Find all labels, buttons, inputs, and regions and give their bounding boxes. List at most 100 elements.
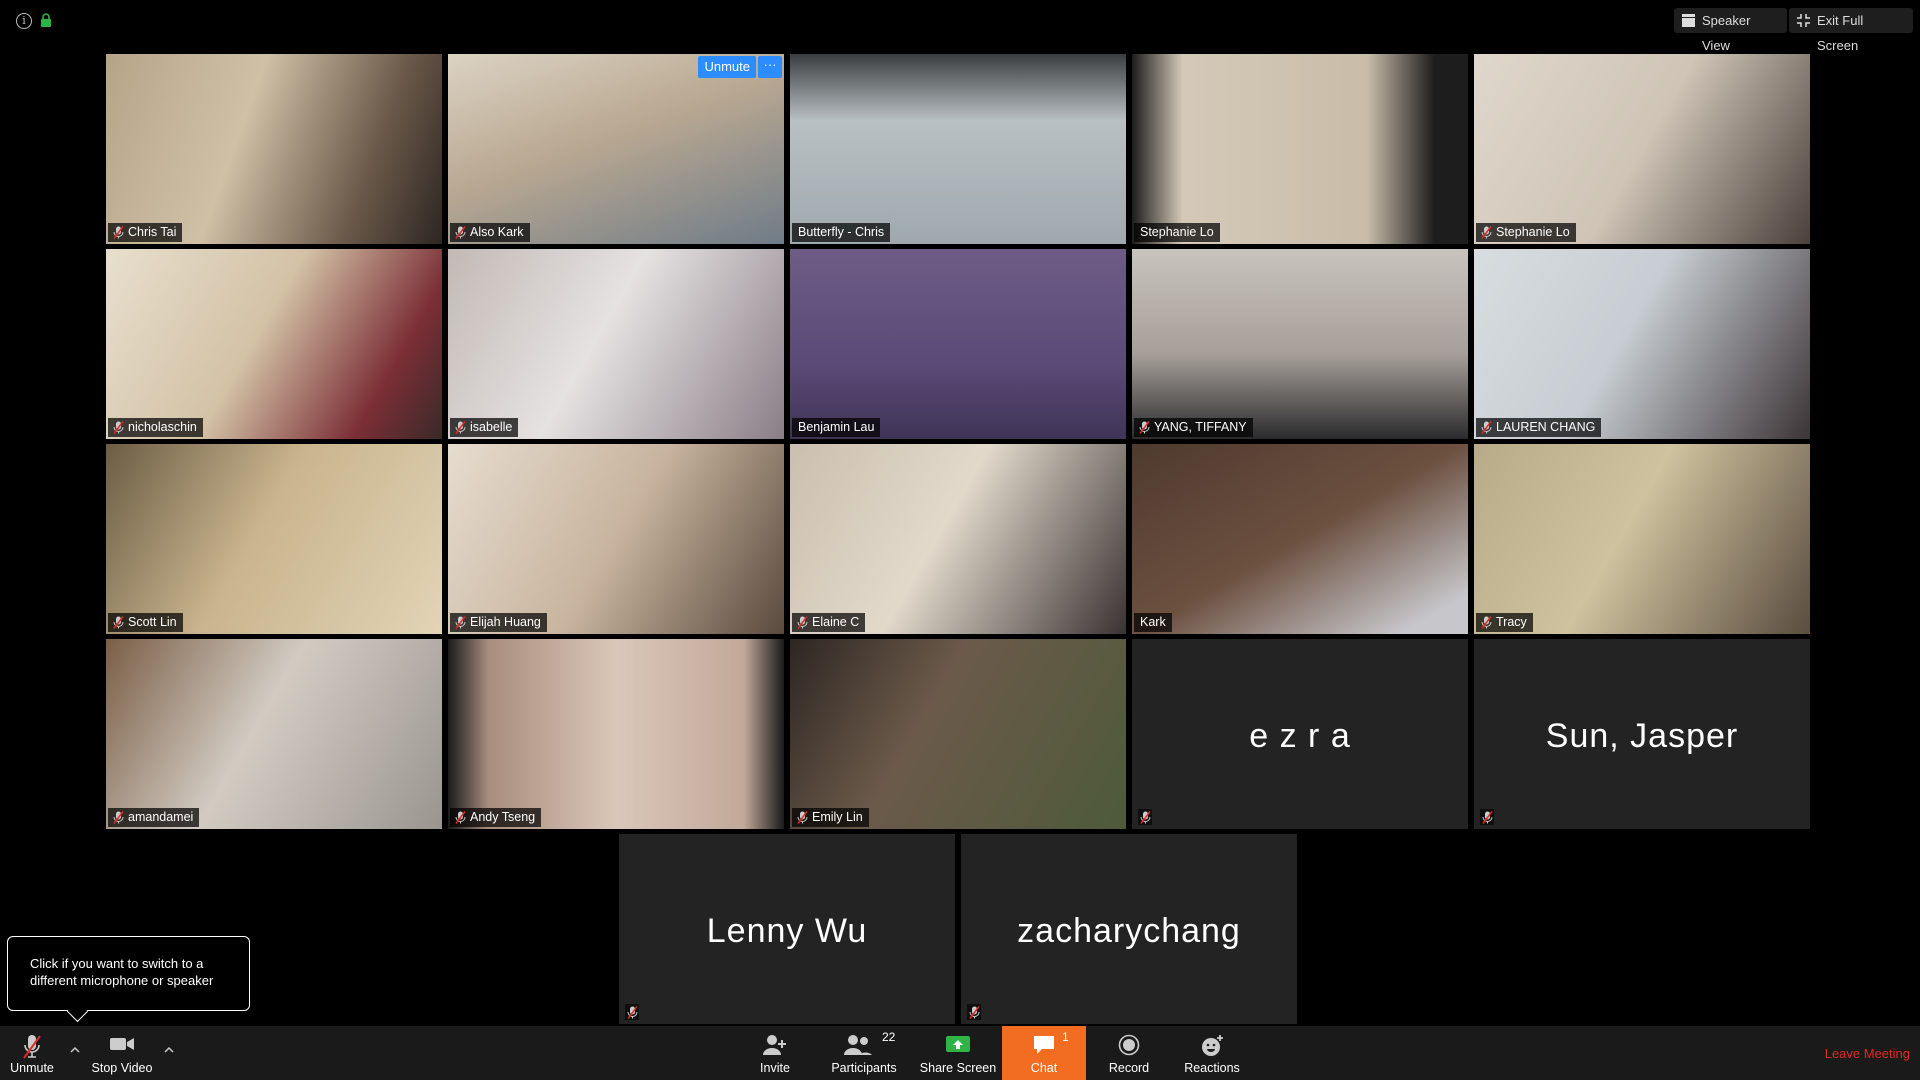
participant-name-text: Kark bbox=[1140, 615, 1166, 629]
participant-name-text: Stephanie Lo bbox=[1496, 225, 1570, 239]
participant-video bbox=[790, 639, 1126, 829]
unmute-button[interactable]: Unmute bbox=[4, 1026, 60, 1080]
participant-tile[interactable]: Stephanie Lo bbox=[1132, 54, 1468, 244]
add-person-icon bbox=[763, 1035, 786, 1055]
stop-video-button[interactable]: Stop Video bbox=[88, 1026, 156, 1080]
participant-tile[interactable]: YANG, TIFFANY bbox=[1132, 249, 1468, 439]
participant-name-label: amandamei bbox=[108, 808, 200, 827]
participant-tile[interactable]: Benjamin Lau bbox=[790, 249, 1126, 439]
participant-name-label: Emily Lin bbox=[792, 808, 869, 827]
participant-video bbox=[106, 54, 442, 244]
exit-fullscreen-button[interactable]: Exit Full Screen bbox=[1789, 8, 1913, 53]
leave-meeting-button[interactable]: Leave Meeting bbox=[1825, 1046, 1910, 1061]
participant-name-text: Chris Tai bbox=[128, 225, 177, 239]
participant-tile[interactable]: Also Kark Unmute ··· bbox=[448, 54, 784, 244]
participant-video bbox=[790, 54, 1126, 244]
stop-video-label: Stop Video bbox=[91, 1061, 153, 1075]
participants-button[interactable]: 22 Participants bbox=[828, 1026, 900, 1080]
chat-label: Chat bbox=[1030, 1061, 1058, 1075]
participant-name-label: Stephanie Lo bbox=[1476, 223, 1576, 242]
tile-more-options-button[interactable]: ··· bbox=[758, 56, 782, 78]
participant-video bbox=[1474, 54, 1810, 244]
participant-tile[interactable]: Chris Tai bbox=[106, 54, 442, 244]
participant-name-label: Benjamin Lau bbox=[792, 418, 881, 437]
participant-name-label: Chris Tai bbox=[108, 223, 183, 242]
reactions-label: Reactions bbox=[1184, 1061, 1240, 1075]
participant-name-text: Scott Lin bbox=[128, 615, 177, 629]
participant-display-name: Sun, Jasper bbox=[1545, 717, 1739, 755]
muted-microphone-icon bbox=[23, 1035, 41, 1059]
participant-tile[interactable]: amandamei bbox=[106, 639, 442, 829]
participant-video bbox=[448, 444, 784, 634]
invite-button[interactable]: Invite bbox=[754, 1026, 796, 1080]
participant-video bbox=[448, 639, 784, 829]
participant-display-name: e z r a bbox=[1249, 717, 1351, 755]
participant-name-label: Stephanie Lo bbox=[1134, 223, 1220, 242]
participant-name-text: Benjamin Lau bbox=[798, 420, 875, 434]
video-options-chevron-up-icon[interactable] bbox=[162, 1044, 176, 1056]
participant-tile[interactable]: Stephanie Lo bbox=[1474, 54, 1810, 244]
participant-tile[interactable]: isabelle bbox=[448, 249, 784, 439]
participant-name-label: Also Kark bbox=[450, 223, 530, 242]
participant-tile[interactable]: Scott Lin bbox=[106, 444, 442, 634]
share-screen-button[interactable]: Share Screen bbox=[916, 1026, 1000, 1080]
info-icon[interactable]: i bbox=[16, 13, 32, 29]
audio-options-chevron-up-icon[interactable] bbox=[68, 1044, 82, 1056]
participant-name-text: Elaine C bbox=[812, 615, 860, 629]
record-icon bbox=[1118, 1034, 1140, 1056]
participant-tile[interactable]: Lenny Wu bbox=[619, 834, 955, 1024]
participant-name-label: Tracy bbox=[1476, 613, 1533, 632]
participant-name-label: Butterfly - Chris bbox=[792, 223, 891, 242]
meeting-toolbar: Unmute Stop Video Invite 22 Participants bbox=[0, 1026, 1920, 1080]
participant-tile[interactable]: Butterfly - Chris bbox=[790, 54, 1126, 244]
participant-name-label: isabelle bbox=[450, 418, 519, 437]
participant-tile[interactable]: Emily Lin bbox=[790, 639, 1126, 829]
speaker-view-label: Speaker View bbox=[1702, 13, 1751, 53]
participants-count: 22 bbox=[882, 1030, 896, 1044]
participant-name-label: YANG, TIFFANY bbox=[1134, 418, 1253, 437]
participant-tile[interactable]: Kark bbox=[1132, 444, 1468, 634]
participant-video bbox=[1474, 249, 1810, 439]
participant-video bbox=[790, 444, 1126, 634]
participant-tile[interactable]: Elijah Huang bbox=[448, 444, 784, 634]
participant-tile[interactable]: nicholaschin bbox=[106, 249, 442, 439]
participant-video bbox=[106, 444, 442, 634]
participant-video bbox=[790, 249, 1126, 439]
participant-name-text: Elijah Huang bbox=[470, 615, 541, 629]
video-gallery: Chris Tai Also Kark Unmute ··· Butterfly - C… bbox=[106, 54, 1814, 1024]
add-reaction-icon bbox=[1202, 1035, 1223, 1056]
reactions-button[interactable]: Reactions bbox=[1180, 1026, 1244, 1080]
lock-icon[interactable] bbox=[40, 13, 52, 27]
participant-name-text: Emily Lin bbox=[812, 810, 863, 824]
participant-tile[interactable]: Andy Tseng bbox=[448, 639, 784, 829]
participant-name-label: Scott Lin bbox=[108, 613, 183, 632]
muted-microphone-icon bbox=[1138, 809, 1152, 825]
participant-tile[interactable]: Sun, Jasper bbox=[1474, 639, 1810, 829]
participant-tile[interactable]: LAUREN CHANG bbox=[1474, 249, 1810, 439]
tile-unmute-button[interactable]: Unmute bbox=[698, 56, 756, 78]
speaker-view-button[interactable]: Speaker View bbox=[1674, 8, 1787, 53]
participant-video bbox=[106, 639, 442, 829]
participant-video bbox=[1132, 249, 1468, 439]
participant-tile[interactable]: zacharychang bbox=[961, 834, 1297, 1024]
muted-microphone-icon bbox=[625, 1004, 639, 1020]
participant-video bbox=[1474, 444, 1810, 634]
muted-microphone-icon bbox=[967, 1004, 981, 1020]
participant-name-text: nicholaschin bbox=[128, 420, 197, 434]
record-button[interactable]: Record bbox=[1104, 1026, 1154, 1080]
participant-tile[interactable]: Elaine C bbox=[790, 444, 1126, 634]
participant-tile[interactable]: Tracy bbox=[1474, 444, 1810, 634]
participant-name-label: Kark bbox=[1134, 613, 1172, 632]
chat-button[interactable]: 1 Chat bbox=[1002, 1026, 1086, 1080]
video-camera-icon bbox=[110, 1038, 134, 1050]
record-label: Record bbox=[1108, 1061, 1150, 1075]
participant-name-text: LAUREN CHANG bbox=[1496, 420, 1596, 434]
meeting-top-bar: i Speaker View Exit Full Screen bbox=[0, 0, 1920, 53]
participants-icon bbox=[844, 1035, 872, 1055]
participants-label: Participants bbox=[831, 1061, 897, 1075]
participant-name-text: Tracy bbox=[1496, 615, 1527, 629]
audio-device-tooltip: Click if you want to switch to a differe… bbox=[7, 936, 250, 1011]
participant-tile[interactable]: e z r a bbox=[1132, 639, 1468, 829]
participant-name-label: Elijah Huang bbox=[450, 613, 547, 632]
participant-name-label: Andy Tseng bbox=[450, 808, 542, 827]
